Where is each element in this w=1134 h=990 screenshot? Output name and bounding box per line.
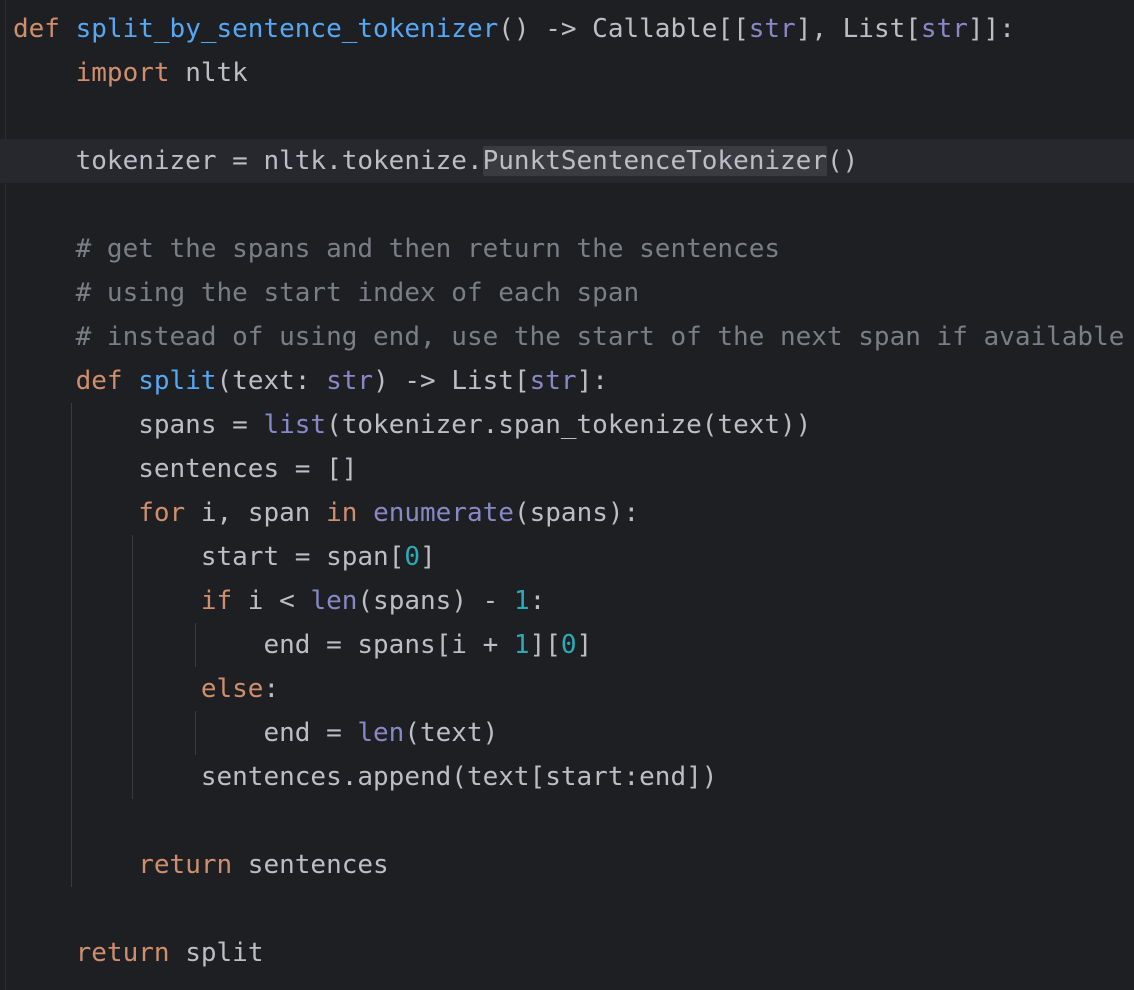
code-line[interactable]: for i, span in enumerate(spans):	[0, 491, 1134, 535]
builtin-token: str	[529, 366, 577, 396]
code-token: (text)	[404, 718, 499, 748]
indent-guide	[71, 403, 72, 887]
code-token: end = spans[i +	[13, 630, 514, 660]
indent-guide	[132, 535, 133, 799]
code-editor[interactable]: def split_by_sentence_tokenizer() -> Cal…	[0, 0, 1134, 990]
builtin-token: str	[326, 366, 374, 396]
comment-token: # instead of using end, use the start of…	[13, 322, 1125, 352]
code-token: ]:	[576, 366, 608, 396]
builtin-token: len	[357, 718, 405, 748]
keyword-token: def	[13, 14, 60, 44]
code-token: :	[263, 674, 280, 704]
code-token: ], List[	[795, 14, 921, 44]
code-line[interactable]: return split	[0, 931, 1134, 975]
code-token: i, span	[185, 498, 327, 528]
code-token: sentences.append(text[start:end])	[13, 762, 718, 792]
code-token: nltk	[169, 58, 248, 88]
code-line[interactable]: import nltk	[0, 51, 1134, 95]
code-token: ()	[826, 146, 859, 176]
code-line[interactable]: return sentences	[0, 843, 1134, 887]
number-token: 0	[560, 630, 577, 660]
comment-token: # get the spans and then return the sent…	[13, 234, 781, 264]
number-token: 0	[404, 542, 420, 572]
code-line[interactable]	[0, 799, 1134, 843]
function-name-token: split_by_sentence_tokenizer	[75, 14, 499, 44]
keyword-token: else	[200, 674, 264, 704]
code-token: () -> Callable[[	[498, 14, 749, 44]
code-line[interactable]: sentences.append(text[start:end])	[0, 755, 1134, 799]
code-token: ][	[529, 630, 561, 660]
code-line[interactable]: # get the spans and then return the sent…	[0, 227, 1134, 271]
highlighted-token: PunktSentenceTokenizer	[482, 146, 827, 176]
indent-guide	[195, 623, 196, 667]
code-token: ]	[576, 630, 593, 660]
code-area[interactable]: def split_by_sentence_tokenizer() -> Cal…	[0, 7, 1134, 975]
keyword-token: if	[200, 586, 233, 616]
code-line[interactable]: sentences = []	[0, 447, 1134, 491]
code-token: (tokenizer.span_tokenize(text))	[326, 410, 812, 440]
code-line[interactable]	[0, 95, 1134, 139]
code-token: tokenizer = nltk.tokenize.	[13, 146, 483, 176]
code-line[interactable]: start = span[0]	[0, 535, 1134, 579]
function-name-token: split	[138, 366, 217, 396]
current-code-line[interactable]: tokenizer = nltk.tokenize.PunktSentenceT…	[0, 139, 1134, 183]
number-token: 1	[513, 586, 530, 616]
code-line[interactable]: def split(text: str) -> List[str]:	[0, 359, 1134, 403]
code-line[interactable]: # using the start index of each span	[0, 271, 1134, 315]
code-token: (spans):	[513, 498, 640, 528]
builtin-token: len	[310, 586, 358, 616]
code-line[interactable]	[0, 183, 1134, 227]
comment-token: # using the start index of each span	[13, 278, 640, 308]
code-line[interactable]: else:	[0, 667, 1134, 711]
builtin-token: list	[263, 410, 327, 440]
keyword-token: for	[138, 498, 186, 528]
code-line[interactable]: spans = list(tokenizer.span_tokenize(tex…	[0, 403, 1134, 447]
code-token: sentences = []	[13, 454, 358, 484]
indent-guide	[195, 711, 196, 755]
keyword-token: return	[138, 850, 233, 880]
keyword-token: def	[75, 366, 123, 396]
code-token: split	[169, 938, 264, 968]
code-token: :	[529, 586, 546, 616]
code-token: ) -> List[	[373, 366, 530, 396]
code-token: ]]:	[967, 14, 1015, 44]
code-token: i <	[232, 586, 311, 616]
code-token: end =	[13, 718, 358, 748]
keyword-token: return	[75, 938, 170, 968]
builtin-token: enumerate	[373, 498, 514, 528]
code-line[interactable]: def split_by_sentence_tokenizer() -> Cal…	[0, 7, 1134, 51]
code-line[interactable]: end = len(text)	[0, 711, 1134, 755]
number-token: 1	[513, 630, 530, 660]
keyword-token: import	[75, 58, 170, 88]
code-token: (text:	[216, 366, 327, 396]
code-line[interactable]: if i < len(spans) - 1:	[0, 579, 1134, 623]
code-token: spans =	[13, 410, 264, 440]
code-line[interactable]: # instead of using end, use the start of…	[0, 315, 1134, 359]
code-token: ]	[420, 542, 436, 572]
keyword-token: in	[326, 498, 358, 528]
builtin-token: str	[920, 14, 968, 44]
builtin-token: str	[748, 14, 796, 44]
code-line[interactable]	[0, 887, 1134, 931]
code-token: (spans) -	[357, 586, 514, 616]
code-token: sentences	[232, 850, 389, 880]
code-line[interactable]: end = spans[i + 1][0]	[0, 623, 1134, 667]
